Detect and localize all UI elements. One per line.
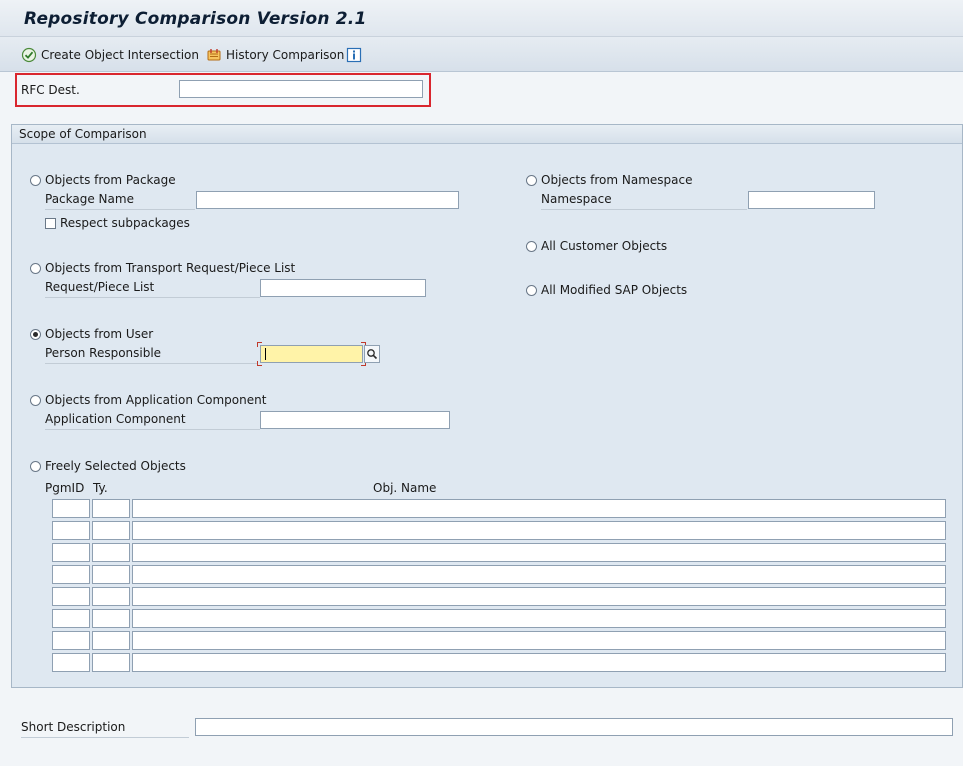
radio-button-icon bbox=[526, 174, 537, 186]
radio-button-icon bbox=[526, 284, 537, 296]
type-cell[interactable] bbox=[92, 653, 130, 672]
radio-all-modified-sap-objects[interactable]: All Modified SAP Objects bbox=[526, 283, 687, 297]
obj-name-cell[interactable] bbox=[132, 631, 946, 650]
person-responsible-label: Person Responsible bbox=[45, 346, 257, 364]
obj-name-cell[interactable] bbox=[132, 499, 946, 518]
history-compare-icon bbox=[206, 47, 222, 63]
type-cell[interactable] bbox=[92, 631, 130, 650]
package-name-input[interactable] bbox=[196, 191, 459, 209]
type-cell[interactable] bbox=[92, 609, 130, 628]
obj-name-cell[interactable] bbox=[132, 653, 946, 672]
radio-objects-from-user[interactable]: Objects from User bbox=[30, 327, 153, 341]
page-title: Repository Comparison Version 2.1 bbox=[24, 9, 367, 29]
radio-freely-selected-objects[interactable]: Freely Selected Objects bbox=[30, 459, 186, 473]
pgmid-cell[interactable] bbox=[52, 587, 90, 606]
text-cursor bbox=[265, 348, 266, 360]
pgmid-cell[interactable] bbox=[52, 543, 90, 562]
create-object-intersection-label: Create Object Intersection bbox=[41, 48, 199, 62]
application-toolbar: Create Object Intersection History Compa… bbox=[0, 37, 963, 72]
pgmid-cell[interactable] bbox=[52, 609, 90, 628]
radio-label: Objects from Namespace bbox=[541, 173, 693, 187]
radio-objects-from-app-component[interactable]: Objects from Application Component bbox=[30, 393, 266, 407]
pgmid-cell[interactable] bbox=[52, 631, 90, 650]
application-component-input[interactable] bbox=[260, 411, 450, 429]
title-bar: Repository Comparison Version 2.1 bbox=[0, 0, 963, 37]
type-cell[interactable] bbox=[92, 543, 130, 562]
obj-name-cell[interactable] bbox=[132, 521, 946, 540]
column-header-pgmid: PgmID bbox=[45, 481, 85, 495]
obj-name-cell[interactable] bbox=[132, 609, 946, 628]
radio-all-customer-objects[interactable]: All Customer Objects bbox=[526, 239, 667, 253]
namespace-label: Namespace bbox=[541, 192, 747, 210]
radio-objects-from-package[interactable]: Objects from Package bbox=[30, 173, 176, 187]
create-object-intersection-button[interactable]: Create Object Intersection bbox=[21, 46, 199, 64]
scope-group-title: Scope of Comparison bbox=[19, 127, 147, 141]
pgmid-cell[interactable] bbox=[52, 653, 90, 672]
short-description-input[interactable] bbox=[195, 718, 953, 736]
pgmid-cell[interactable] bbox=[52, 521, 90, 540]
info-icon bbox=[346, 47, 362, 63]
obj-name-cell[interactable] bbox=[132, 587, 946, 606]
pgmid-cell[interactable] bbox=[52, 499, 90, 518]
checkbox-icon bbox=[45, 217, 56, 229]
radio-objects-from-transport[interactable]: Objects from Transport Request/Piece Lis… bbox=[30, 261, 295, 275]
namespace-input[interactable] bbox=[748, 191, 875, 209]
screen: Repository Comparison Version 2.1 Create… bbox=[0, 0, 963, 766]
checkbox-label: Respect subpackages bbox=[60, 216, 190, 230]
column-header-obj-name: Obj. Name bbox=[373, 481, 437, 495]
history-comparison-button[interactable]: History Comparison bbox=[206, 46, 344, 64]
radio-label: Objects from Application Component bbox=[45, 393, 267, 407]
radio-label: All Customer Objects bbox=[541, 239, 668, 253]
radio-button-selected-icon bbox=[30, 328, 41, 340]
search-help-button[interactable] bbox=[364, 345, 380, 363]
package-name-label: Package Name bbox=[45, 192, 195, 210]
column-header-type: Ty. bbox=[93, 481, 108, 495]
radio-label: Freely Selected Objects bbox=[45, 459, 186, 473]
type-cell[interactable] bbox=[92, 499, 130, 518]
obj-name-cell[interactable] bbox=[132, 543, 946, 562]
rfc-destination-row: RFC Dest. bbox=[15, 73, 431, 107]
magnifier-icon bbox=[367, 349, 378, 360]
pgmid-cell[interactable] bbox=[52, 565, 90, 584]
information-button[interactable] bbox=[346, 46, 362, 64]
short-description-label: Short Description bbox=[21, 720, 189, 738]
type-cell[interactable] bbox=[92, 587, 130, 606]
application-component-label: Application Component bbox=[45, 412, 260, 430]
scope-of-comparison-group: Scope of Comparison Objects from Package… bbox=[11, 124, 963, 688]
request-piece-list-label: Request/Piece List bbox=[45, 280, 260, 298]
radio-objects-from-namespace[interactable]: Objects from Namespace bbox=[526, 173, 693, 187]
radio-label: Objects from User bbox=[45, 327, 154, 341]
radio-button-icon bbox=[30, 394, 41, 406]
history-comparison-label: History Comparison bbox=[226, 48, 345, 62]
radio-label: All Modified SAP Objects bbox=[541, 283, 688, 297]
type-cell[interactable] bbox=[92, 565, 130, 584]
radio-label: Objects from Transport Request/Piece Lis… bbox=[45, 261, 296, 275]
request-piece-list-input[interactable] bbox=[260, 279, 426, 297]
radio-button-icon bbox=[30, 460, 41, 472]
respect-subpackages-checkbox[interactable]: Respect subpackages bbox=[45, 216, 190, 230]
obj-name-cell[interactable] bbox=[132, 565, 946, 584]
radio-label: Objects from Package bbox=[45, 173, 176, 187]
scope-group-header: Scope of Comparison bbox=[12, 125, 962, 144]
rfc-destination-label: RFC Dest. bbox=[21, 83, 80, 97]
rfc-destination-input[interactable] bbox=[179, 80, 423, 98]
radio-button-icon bbox=[526, 240, 537, 252]
radio-button-icon bbox=[30, 174, 41, 186]
person-responsible-input[interactable] bbox=[260, 345, 363, 363]
execute-check-icon bbox=[21, 47, 37, 63]
radio-button-icon bbox=[30, 262, 41, 274]
type-cell[interactable] bbox=[92, 521, 130, 540]
